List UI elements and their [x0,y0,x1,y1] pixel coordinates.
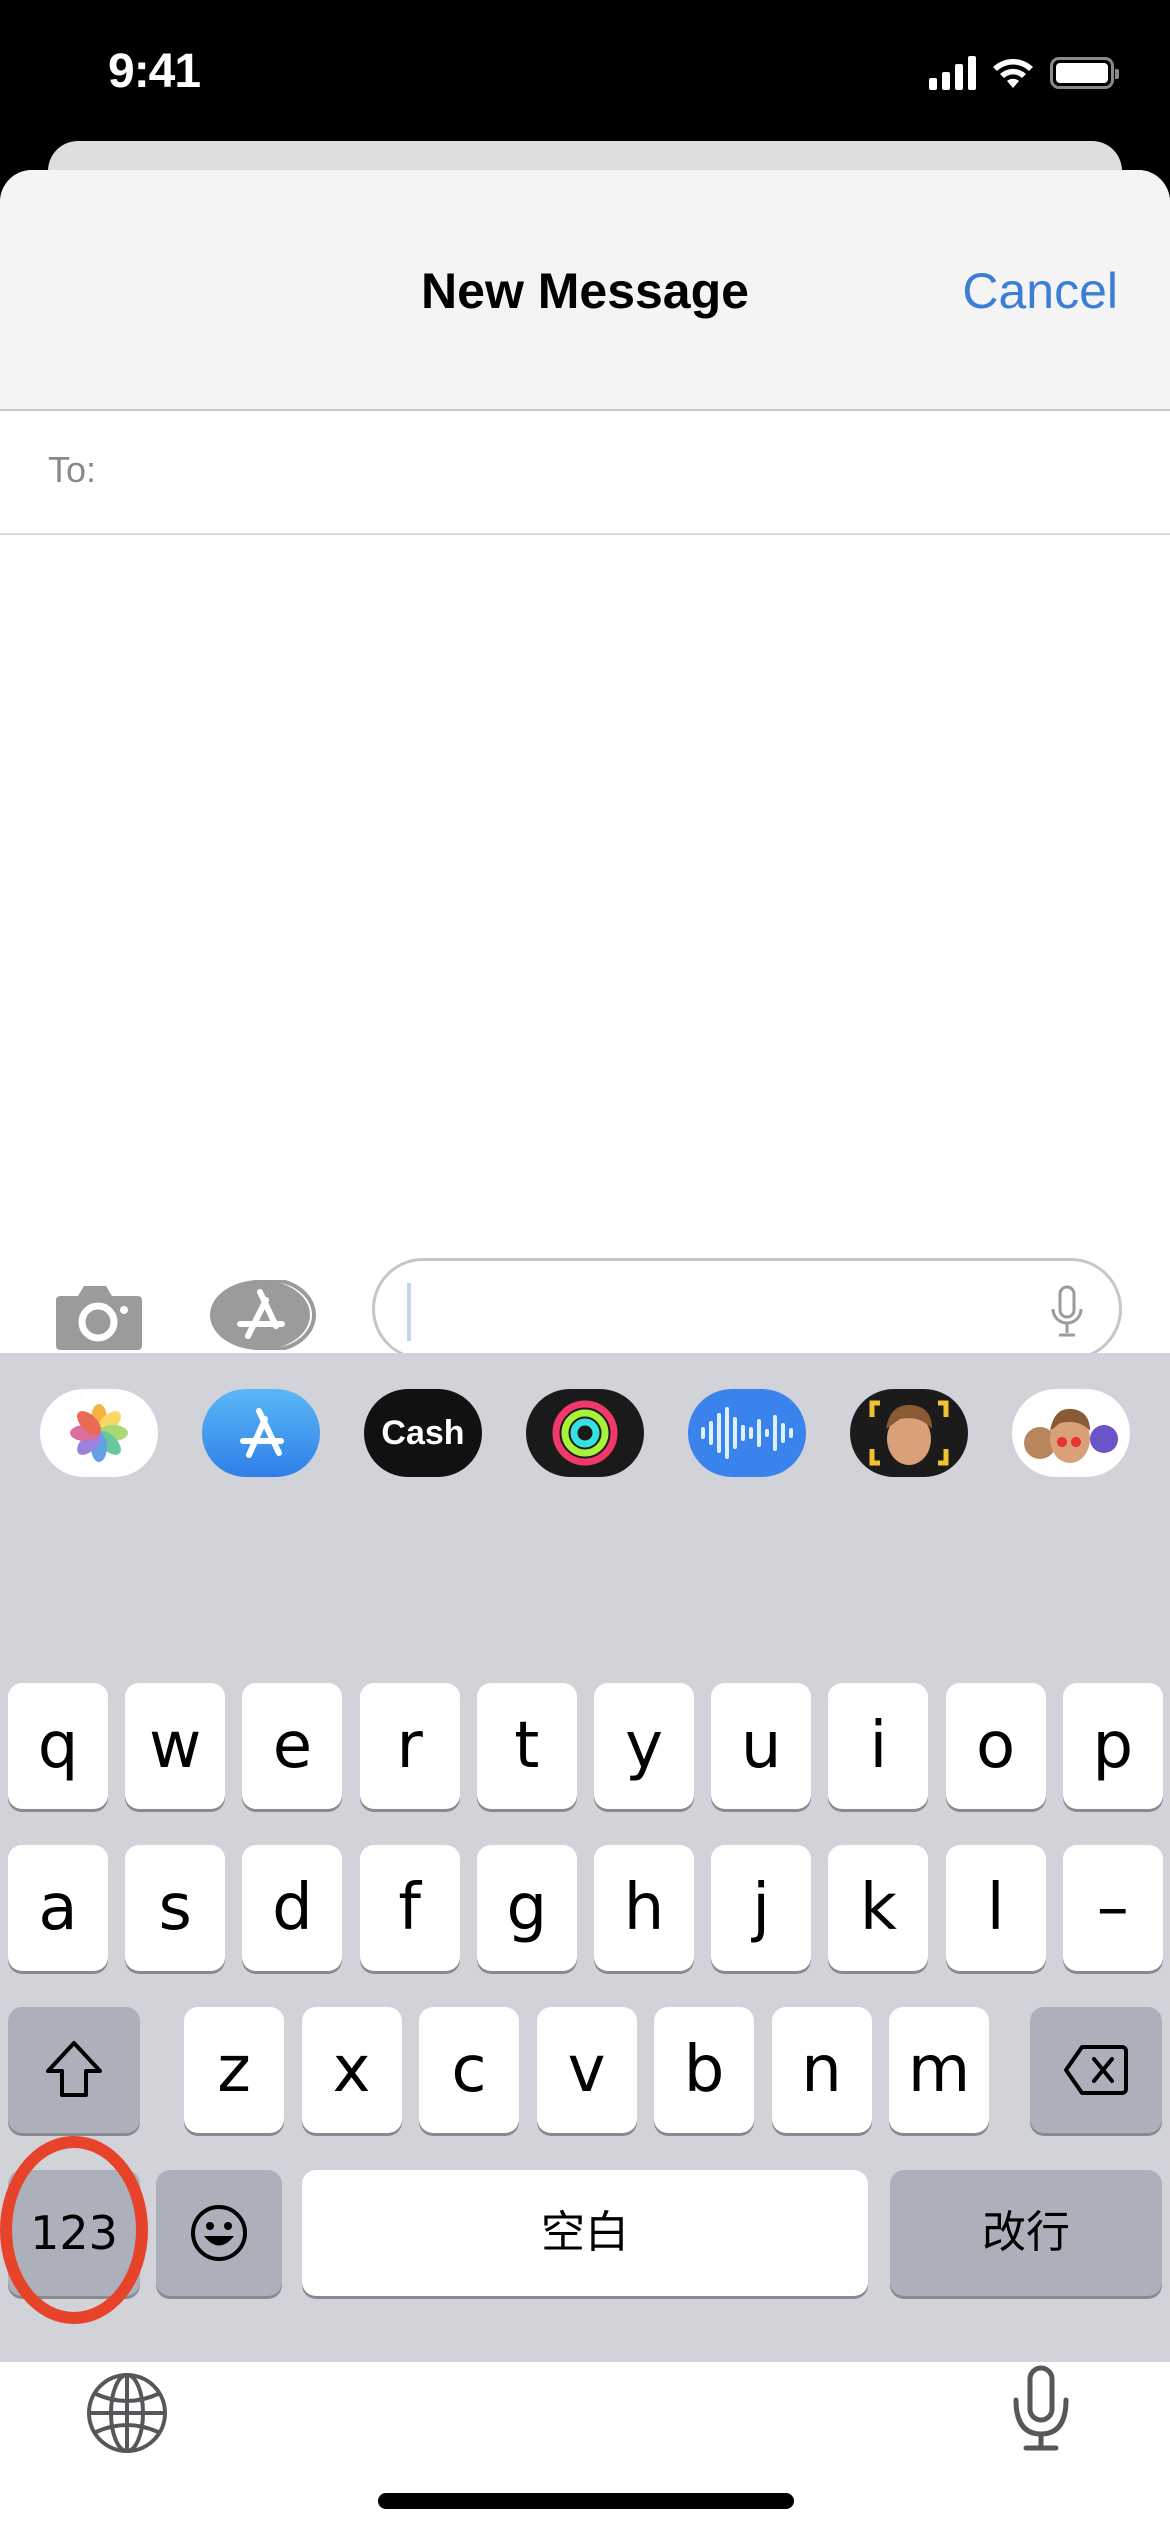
key-label: – [1096,1871,1129,1945]
key-s[interactable]: s [125,1845,226,1971]
key-w[interactable]: w [125,1683,226,1809]
key-e[interactable]: e [242,1683,343,1809]
key-m[interactable]: m [889,2007,989,2133]
key-v[interactable]: v [536,2007,637,2133]
delete-backspace-icon [1064,2045,1128,2095]
key-j[interactable]: j [711,1845,812,1971]
recipient-input[interactable] [110,431,1130,511]
key-label: d [272,1871,313,1945]
key-h[interactable]: h [594,1845,694,1971]
key-label: a [38,1871,78,1945]
key-label: e [272,1709,313,1783]
key-label: z [217,2033,251,2107]
key-a[interactable]: a [8,1845,108,1971]
audio-waveform-icon[interactable] [688,1389,806,1477]
app-store-icon[interactable] [208,1280,318,1350]
key-label: j [752,1871,771,1945]
delete-key[interactable] [1030,2007,1162,2133]
memoji-stickers-icon[interactable] [1012,1389,1130,1477]
key-x[interactable]: x [301,2007,402,2133]
key-u[interactable]: u [711,1683,812,1809]
key-label: f [398,1871,421,1945]
emoji-icon [191,2205,247,2261]
space-key[interactable]: 空白 [302,2170,868,2296]
apple-cash-icon[interactable]: Cash [364,1389,482,1477]
recipient-row: To: [0,411,1170,535]
key-l[interactable]: l [945,1845,1046,1971]
space-key-label: 空白 [541,2207,629,2258]
key-label: y [625,1709,663,1783]
key-label: q [37,1709,79,1783]
compose-row [0,1230,1170,1360]
key-label: v [567,2033,606,2107]
battery-icon [1050,57,1119,89]
key-p[interactable]: p [1062,1683,1163,1809]
camera-icon[interactable] [54,1280,144,1350]
key-q[interactable]: q [8,1683,108,1809]
dictation-microphone-icon[interactable] [1008,2364,1074,2454]
numbers-key-label: 123 [30,2206,118,2260]
shift-icon [46,2041,102,2097]
key-label: u [740,1709,782,1783]
key-label: b [683,2033,725,2107]
key-k[interactable]: k [828,1845,929,1971]
key-label: p [1092,1709,1134,1783]
memoji-icon[interactable] [850,1389,968,1477]
key-z[interactable]: z [184,2007,284,2133]
key-i[interactable]: i [828,1683,929,1809]
key-label: k [859,1871,897,1945]
key-dash[interactable]: – [1062,1845,1163,1971]
wifi-icon [993,59,1033,88]
key-label: i [869,1709,888,1783]
cellular-signal-icon [929,56,976,90]
key-label: t [514,1709,540,1783]
key-d[interactable]: d [242,1845,343,1971]
status-icons [929,56,1119,90]
message-input[interactable] [372,1258,1122,1360]
globe-icon[interactable] [84,2370,170,2456]
key-b[interactable]: b [654,2007,754,2133]
key-t[interactable]: t [476,1683,577,1809]
key-g[interactable]: g [476,1845,577,1971]
key-y[interactable]: y [594,1683,694,1809]
microphone-icon[interactable] [1049,1285,1085,1339]
key-label: h [623,1871,665,1945]
key-n[interactable]: n [771,2007,872,2133]
cancel-button[interactable]: Cancel [962,262,1118,320]
key-label: m [907,2033,971,2107]
status-bar: 9:41 [0,0,1170,140]
key-label: x [332,2033,371,2107]
key-f[interactable]: f [359,1845,460,1971]
key-label: r [396,1709,423,1783]
key-o[interactable]: o [945,1683,1046,1809]
app-store-drawer-icon[interactable] [202,1389,320,1477]
key-label: g [506,1871,548,1945]
status-time: 9:41 [108,45,201,98]
key-label: c [451,2033,487,2107]
emoji-key[interactable] [156,2170,282,2296]
key-label: l [986,1871,1005,1945]
to-label: To: [48,449,97,490]
nav-bar: New Message Cancel [0,170,1170,411]
key-label: o [976,1709,1016,1783]
key-label: n [801,2033,842,2107]
cash-label: Cash [381,1413,465,1452]
activity-rings-icon[interactable] [526,1389,644,1477]
key-r[interactable]: r [359,1683,460,1809]
return-key-label: 改行 [982,2207,1070,2258]
text-cursor [407,1283,411,1341]
shift-key[interactable] [8,2007,140,2133]
home-indicator[interactable] [378,2493,794,2509]
photos-icon[interactable] [40,1389,158,1477]
key-c[interactable]: c [419,2007,519,2133]
numbers-key[interactable]: 123 [8,2170,140,2296]
app-drawer: Cash [0,1353,1170,1493]
key-label: s [158,1871,192,1945]
key-label: w [149,1709,202,1783]
return-key[interactable]: 改行 [890,2170,1162,2296]
